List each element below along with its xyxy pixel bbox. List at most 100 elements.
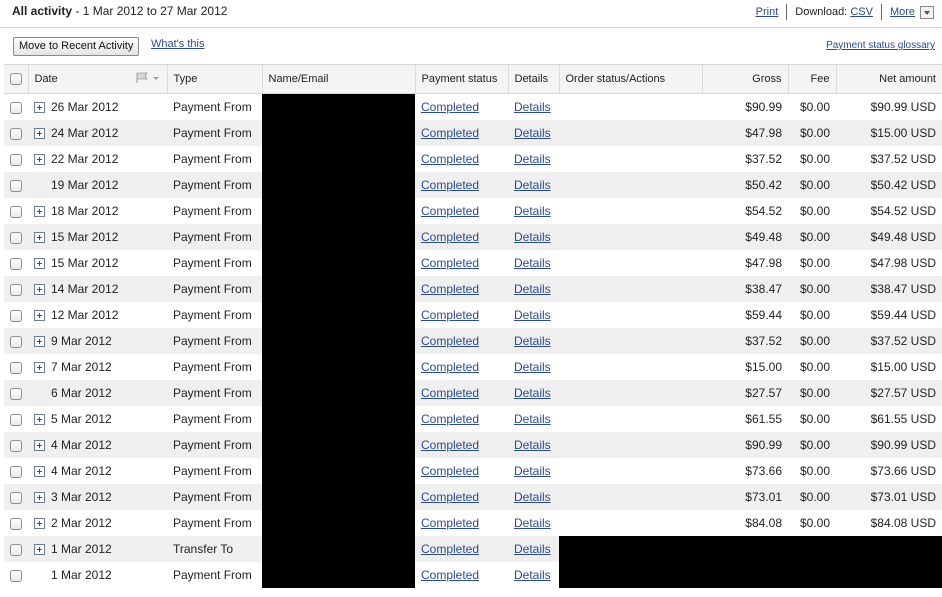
payment-status-link[interactable]: Completed: [421, 256, 479, 270]
details-link[interactable]: Details: [514, 282, 551, 296]
row-checkbox[interactable]: [10, 309, 22, 322]
payment-status-link[interactable]: Completed: [421, 568, 479, 582]
expand-icon[interactable]: [34, 232, 45, 244]
payment-status-link[interactable]: Completed: [421, 230, 479, 244]
expand-icon[interactable]: [34, 544, 45, 556]
payment-status-link[interactable]: Completed: [421, 438, 479, 452]
details-link[interactable]: Details: [514, 126, 551, 140]
print-link[interactable]: Print: [756, 6, 779, 18]
row-checkbox[interactable]: [10, 491, 22, 504]
col-net-amount[interactable]: Net amount: [835, 64, 942, 94]
fee-cell: $0.00: [788, 380, 836, 406]
col-name-email[interactable]: Name/Email: [261, 64, 415, 94]
row-checkbox[interactable]: [10, 413, 22, 426]
payment-status-link[interactable]: Completed: [421, 542, 479, 556]
col-type[interactable]: Type: [166, 64, 262, 94]
row-checkbox[interactable]: [10, 179, 22, 192]
row-checkbox[interactable]: [10, 543, 22, 556]
expand-icon[interactable]: [34, 492, 45, 504]
payment-status-link[interactable]: Completed: [421, 282, 479, 296]
row-checkbox[interactable]: [10, 465, 22, 478]
details-link[interactable]: Details: [514, 542, 551, 556]
payment-status-link[interactable]: Completed: [421, 100, 479, 114]
expand-icon[interactable]: [34, 336, 45, 348]
type-cell: Payment From: [173, 568, 252, 582]
col-date[interactable]: Date: [27, 64, 167, 94]
payment-status-link[interactable]: Completed: [421, 360, 479, 374]
payment-status-link[interactable]: Completed: [421, 464, 479, 478]
row-checkbox[interactable]: [10, 231, 22, 244]
payment-status-link[interactable]: Completed: [421, 490, 479, 504]
expand-icon[interactable]: [34, 440, 45, 452]
select-all-checkbox[interactable]: [10, 73, 22, 86]
whats-this-link[interactable]: What's this: [151, 38, 204, 50]
details-link[interactable]: Details: [514, 308, 551, 322]
payment-status-link[interactable]: Completed: [421, 516, 479, 530]
chevron-down-icon[interactable]: [920, 5, 934, 19]
date-text: 14 Mar 2012: [51, 282, 119, 296]
expand-icon[interactable]: [34, 466, 45, 478]
expand-icon[interactable]: [34, 414, 45, 426]
row-checkbox[interactable]: [10, 101, 22, 114]
details-link[interactable]: Details: [514, 178, 551, 192]
payment-status-glossary-link[interactable]: Payment status glossary: [826, 40, 935, 51]
details-link[interactable]: Details: [514, 100, 551, 114]
details-link[interactable]: Details: [514, 464, 551, 478]
payment-status-link[interactable]: Completed: [421, 412, 479, 426]
move-to-recent-activity-button[interactable]: Move to Recent Activity: [13, 37, 140, 56]
row-checkbox[interactable]: [10, 127, 22, 140]
details-link[interactable]: Details: [514, 334, 551, 348]
details-link[interactable]: Details: [514, 568, 551, 582]
gross-cell: $47.98: [745, 256, 782, 270]
details-link[interactable]: Details: [514, 256, 551, 270]
expand-icon[interactable]: [34, 258, 45, 270]
date-text: 9 Mar 2012: [51, 334, 112, 348]
details-link[interactable]: Details: [514, 438, 551, 452]
expand-icon[interactable]: [34, 518, 45, 530]
expand-icon[interactable]: [34, 362, 45, 374]
csv-link[interactable]: CSV: [850, 6, 873, 18]
expand-icon[interactable]: [34, 206, 45, 218]
net-amount-cell: $27.57 USD: [836, 380, 942, 406]
details-link[interactable]: Details: [514, 516, 551, 530]
expand-icon[interactable]: [34, 102, 45, 114]
row-checkbox[interactable]: [10, 283, 22, 296]
details-link[interactable]: Details: [514, 360, 551, 374]
col-payment-status[interactable]: Payment status: [414, 64, 508, 94]
expand-icon[interactable]: [34, 310, 45, 322]
order-status-cell: [559, 302, 702, 328]
row-checkbox[interactable]: [10, 153, 22, 166]
date-cell: 9 Mar 2012: [28, 328, 167, 354]
flag-filter-icon[interactable]: [135, 72, 161, 87]
details-link[interactable]: Details: [514, 152, 551, 166]
details-link[interactable]: Details: [514, 490, 551, 504]
row-checkbox[interactable]: [10, 361, 22, 374]
row-checkbox[interactable]: [10, 517, 22, 530]
payment-status-cell: Completed: [415, 94, 508, 121]
payment-status-link[interactable]: Completed: [421, 204, 479, 218]
row-checkbox[interactable]: [10, 335, 22, 348]
payment-status-link[interactable]: Completed: [421, 308, 479, 322]
payment-status-link[interactable]: Completed: [421, 126, 479, 140]
payment-status-link[interactable]: Completed: [421, 386, 479, 400]
payment-status-link[interactable]: Completed: [421, 178, 479, 192]
col-gross[interactable]: Gross: [701, 64, 788, 94]
details-link[interactable]: Details: [514, 204, 551, 218]
date-text: 22 Mar 2012: [51, 152, 119, 166]
table-row: 3 Mar 2012 Payment From Completed Details $7…: [4, 484, 942, 510]
row-checkbox[interactable]: [10, 205, 22, 218]
payment-status-link[interactable]: Completed: [421, 334, 479, 348]
col-fee[interactable]: Fee: [787, 64, 836, 94]
details-link[interactable]: Details: [514, 230, 551, 244]
expand-icon[interactable]: [34, 284, 45, 296]
payment-status-link[interactable]: Completed: [421, 152, 479, 166]
row-checkbox[interactable]: [10, 257, 22, 270]
details-link[interactable]: Details: [514, 412, 551, 426]
expand-icon[interactable]: [34, 154, 45, 166]
row-checkbox[interactable]: [10, 439, 22, 452]
details-link[interactable]: Details: [514, 386, 551, 400]
row-checkbox[interactable]: [10, 569, 22, 582]
row-checkbox[interactable]: [10, 387, 22, 400]
more-link[interactable]: More: [890, 6, 915, 18]
expand-icon[interactable]: [34, 128, 45, 140]
